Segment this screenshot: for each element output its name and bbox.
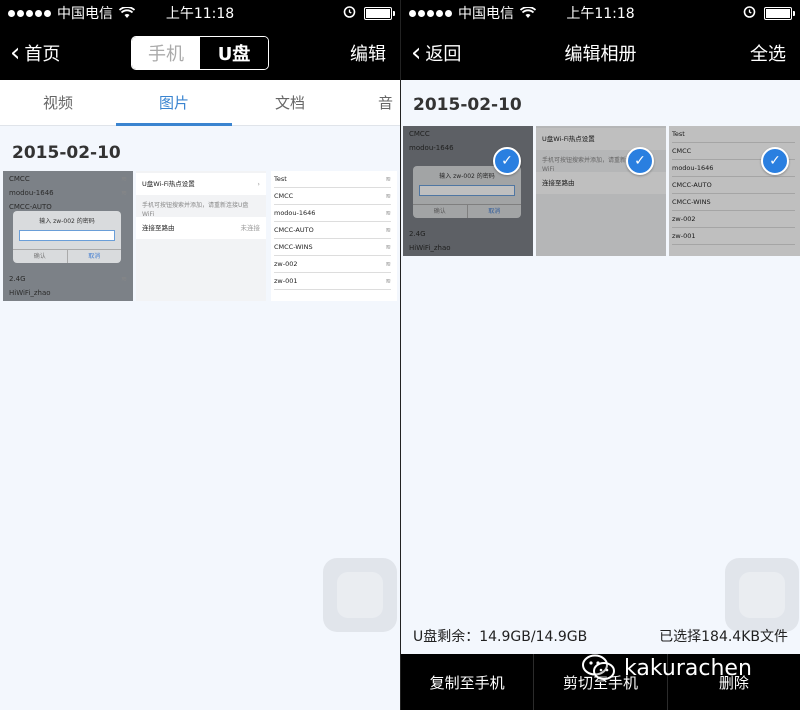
- thumb-text: Test: [274, 175, 287, 183]
- left-screen: 中国电信 上午11:18 ‹ 首页 手机 U盘 编辑 视频 图片 文档 音 20…: [0, 0, 400, 710]
- thumb-text: CMCC-AUTO: [9, 203, 52, 211]
- wifi-icon: ≋: [385, 175, 391, 183]
- wifi-icon: ≋: [385, 243, 391, 251]
- album-date-header: 2015-02-10: [12, 143, 121, 163]
- thumb-text: 取消: [88, 253, 101, 260]
- wifi-icon: ≋: [121, 175, 127, 183]
- storage-remaining: U盘剩余：14.9GB/14.9GB: [413, 629, 588, 645]
- thumb-text: 确认: [13, 250, 68, 263]
- wifi-icon: [119, 7, 135, 19]
- thumb-text: modou-1646: [274, 209, 316, 217]
- thumb-text: zw-002: [274, 260, 298, 268]
- tab-music[interactable]: 音: [348, 80, 400, 125]
- alarm-icon: [743, 5, 756, 22]
- segment-phone[interactable]: 手机: [132, 37, 200, 69]
- thumb-text: zw-001: [274, 277, 298, 285]
- carrier-label: 中国电信: [458, 6, 514, 22]
- checkmark-icon: ✓: [493, 147, 521, 175]
- wifi-icon: ≋: [385, 209, 391, 217]
- edit-button[interactable]: 编辑: [350, 40, 386, 66]
- carrier-label: 中国电信: [57, 6, 113, 22]
- delete-button[interactable]: 删除: [668, 654, 800, 710]
- right-screen: 中国电信 上午11:18 ‹ 返回 编辑相册 全选 2015-02-10 CMC…: [400, 0, 800, 710]
- thumb-input: [19, 230, 115, 241]
- nav-bar: ‹ 返回 编辑相册 全选: [401, 26, 800, 80]
- thumb-text: CMCC: [274, 192, 294, 200]
- status-bar: 中国电信 上午11:18: [0, 0, 400, 26]
- photo-thumbnail[interactable]: CMCC ≋ modou-1646 ≋ CMCC-AUTO 输入 zw-002 的密…: [3, 171, 133, 301]
- wifi-icon: ≋: [121, 189, 127, 197]
- tab-video[interactable]: 视频: [0, 80, 116, 125]
- status-time: 上午11:18: [566, 6, 635, 22]
- signal-icon: [409, 9, 452, 17]
- wifi-icon: ≋: [385, 226, 391, 234]
- photo-thumbnail[interactable]: Test ≋ CMCC ≋ modou-1646 ≋ CMCC-AUTO ≋ CMCC-…: [271, 171, 397, 301]
- thumb-text: U盘Wi-Fi热点设置: [142, 180, 195, 188]
- photo-grid: CMCC ≋ modou-1646 ≋ CMCC-AUTO 输入 zw-002 的密…: [3, 171, 397, 301]
- wifi-icon: ≋: [385, 260, 391, 268]
- thumb-text: modou-1646: [9, 189, 54, 197]
- thumb-text: CMCC-WINS: [274, 243, 313, 251]
- photo-thumbnail-selected[interactable]: CMCC modou-1646 输入 zw-002 的密码 确认 取消 2.4G …: [403, 126, 533, 256]
- thumb-text: HiWiFi_zhao: [9, 289, 51, 297]
- segment-udisk[interactable]: U盘: [200, 37, 268, 69]
- selection-overlay: [403, 126, 533, 256]
- wifi-icon: ≋: [121, 275, 127, 283]
- photo-thumbnail[interactable]: U盘Wi-Fi热点设置 › 手机可按钮搜索并添加，请重新连接U盘WiFi 连接至路…: [136, 171, 266, 301]
- assistive-touch-button[interactable]: [725, 558, 799, 632]
- signal-icon: [8, 9, 51, 17]
- album-date-header: 2015-02-10: [413, 95, 522, 115]
- copy-to-phone-button[interactable]: 复制至手机: [401, 654, 535, 710]
- back-button[interactable]: ‹ 返回: [411, 26, 461, 80]
- action-bar: 复制至手机 剪切至手机 删除: [401, 654, 800, 710]
- wifi-icon: [520, 7, 536, 19]
- wifi-icon: ≋: [385, 277, 391, 285]
- checkmark-icon: ✓: [761, 147, 789, 175]
- battery-icon: [364, 6, 395, 20]
- selection-overlay: [669, 126, 800, 256]
- page-title: 编辑相册: [564, 44, 637, 65]
- chevron-right-icon: ›: [257, 180, 260, 188]
- selection-overlay: [536, 126, 666, 256]
- select-all-button[interactable]: 全选: [750, 40, 786, 66]
- battery-icon: [764, 6, 795, 20]
- back-label: 返回: [425, 44, 462, 65]
- alarm-icon: [343, 5, 356, 22]
- source-segmented-control: 手机 U盘: [131, 36, 269, 70]
- status-time: 上午11:18: [165, 6, 235, 22]
- wifi-icon: ≋: [385, 192, 391, 200]
- chevron-left-icon: ‹: [411, 38, 422, 68]
- thumb-text: 2.4G: [9, 275, 26, 283]
- thumb-text: CMCC-AUTO: [274, 226, 314, 234]
- thumb-text: 未连接: [240, 224, 261, 232]
- tab-pictures[interactable]: 图片: [116, 80, 232, 126]
- photo-grid: CMCC modou-1646 输入 zw-002 的密码 确认 取消 2.4G …: [403, 126, 800, 256]
- thumb-text: 输入 zw-002 的密码: [39, 218, 95, 225]
- category-tabs: 视频 图片 文档 音: [0, 80, 400, 126]
- photo-thumbnail-selected[interactable]: U盘Wi-Fi热点设置 手机可按钮搜索并添加，请重新连接U盘WiFi 连接至路由…: [536, 126, 666, 256]
- back-to-home-button[interactable]: ‹ 首页: [10, 26, 60, 80]
- thumb-text: 连接至路由: [142, 224, 175, 232]
- cut-to-phone-button[interactable]: 剪切至手机: [534, 654, 668, 710]
- photo-thumbnail-selected[interactable]: Test CMCC modou-1646 CMCC-AUTO CMCC-WINS…: [669, 126, 800, 256]
- status-bar: 中国电信 上午11:18: [401, 0, 800, 26]
- checkmark-icon: ✓: [626, 147, 654, 175]
- back-label: 首页: [24, 44, 61, 65]
- chevron-left-icon: ‹: [10, 38, 21, 68]
- storage-info-bar: U盘剩余：14.9GB/14.9GB 已选择184.4KB文件: [401, 626, 800, 648]
- nav-bar: ‹ 首页 手机 U盘 编辑: [0, 26, 400, 80]
- thumb-text: CMCC: [9, 175, 30, 183]
- selected-size: 已选择184.4KB文件: [659, 629, 788, 645]
- tab-documents[interactable]: 文档: [232, 80, 348, 125]
- assistive-touch-button[interactable]: [323, 558, 397, 632]
- thumb-dialog: 输入 zw-002 的密码 确认 取消: [13, 211, 121, 263]
